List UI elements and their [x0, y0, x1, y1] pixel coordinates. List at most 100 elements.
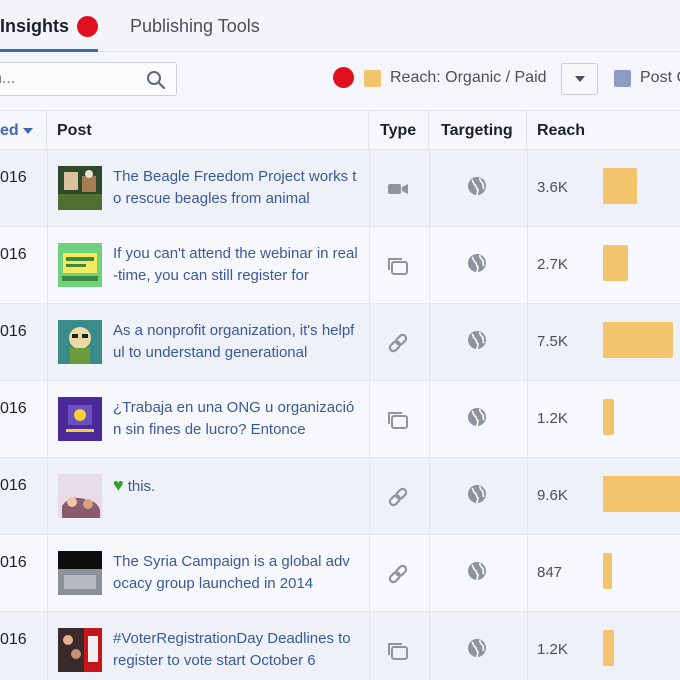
- post-link[interactable]: The Syria Campaign is a global advocacy …: [113, 551, 358, 597]
- column-divider: [527, 535, 528, 611]
- reach-bar[interactable]: [603, 245, 629, 281]
- published-date: 016: [0, 400, 27, 417]
- search-icon[interactable]: [146, 70, 166, 90]
- post-link[interactable]: #VoterRegistrationDay Deadlines to regis…: [113, 628, 358, 674]
- column-header-published[interactable]: ed: [0, 111, 47, 151]
- table-row[interactable]: 016 The Beagle Freedom Project works to r…: [0, 150, 680, 227]
- link-icon: [386, 332, 410, 354]
- search-box: [0, 62, 177, 96]
- reach-bar[interactable]: [603, 630, 615, 666]
- table-row[interactable]: 016 If you can't attend the webinar in re…: [0, 227, 680, 304]
- post-link[interactable]: If you can't attend the webinar in real-…: [113, 243, 358, 289]
- photo-icon: [386, 409, 410, 431]
- post-thumbnail[interactable]: [58, 474, 102, 518]
- post-thumbnail[interactable]: [58, 628, 102, 672]
- sort-caret-icon: [22, 127, 33, 134]
- column-header-published-label: ed: [0, 122, 19, 139]
- globe-icon: [467, 561, 487, 581]
- column-divider: [527, 304, 528, 380]
- toolbar: Reach: Organic / Paid Post C: [0, 52, 680, 110]
- reach-value: 9.6K: [537, 487, 568, 504]
- post-link[interactable]: ♥ this.: [113, 474, 358, 520]
- post-link[interactable]: The Beagle Freedom Project works to resc…: [113, 166, 358, 212]
- reach-bar[interactable]: [603, 399, 615, 435]
- post-text: If you can't attend the webinar in real-…: [113, 245, 358, 284]
- column-divider: [369, 227, 370, 303]
- column-divider: [429, 150, 430, 226]
- post-text: The Syria Campaign is a global advocacy …: [113, 553, 350, 592]
- post-thumbnail[interactable]: [58, 166, 102, 210]
- reach-value: 847: [537, 564, 563, 581]
- table-row[interactable]: 016 ♥ this. 9.6K: [0, 458, 680, 535]
- column-header-type: Type: [369, 111, 429, 151]
- search-input[interactable]: [0, 70, 131, 88]
- globe-icon: [467, 407, 487, 427]
- reach-value: 7.5K: [537, 333, 568, 350]
- globe-icon: [467, 638, 487, 658]
- page-tabs: Insights Publishing Tools: [0, 0, 680, 52]
- link-icon: [386, 486, 410, 508]
- reach-bar[interactable]: [603, 476, 680, 512]
- column-divider: [429, 381, 430, 457]
- legend-reach-label: Reach: Organic / Paid: [390, 69, 547, 86]
- post-text: ¿Trabaja en una ONG u organización sin f…: [113, 399, 355, 438]
- column-divider: [527, 381, 528, 457]
- column-divider: [527, 227, 528, 303]
- post-text: As a nonprofit organization, it's helpfu…: [113, 322, 355, 361]
- metric-dropdown[interactable]: [561, 63, 598, 95]
- column-divider: [47, 304, 48, 380]
- column-divider: [47, 612, 48, 680]
- tab-publishing-label: Publishing Tools: [130, 15, 260, 36]
- table-row[interactable]: 016 ¿Trabaja en una ONG u organización si…: [0, 381, 680, 458]
- reach-value: 1.2K: [537, 641, 568, 658]
- column-header-targeting: Targeting: [429, 111, 527, 151]
- legend-post-label: Post C: [640, 69, 680, 86]
- reach-value: 3.6K: [537, 179, 568, 196]
- column-divider: [47, 381, 48, 457]
- link-icon: [386, 563, 410, 585]
- reach-value: 2.7K: [537, 256, 568, 273]
- post-thumbnail[interactable]: [58, 397, 102, 441]
- reach-value: 1.2K: [537, 410, 568, 427]
- reach-bar[interactable]: [603, 322, 674, 358]
- post-thumbnail[interactable]: [58, 320, 102, 364]
- column-divider: [369, 304, 370, 380]
- published-date: 016: [0, 554, 27, 571]
- reach-bar[interactable]: [603, 168, 637, 204]
- column-divider: [527, 612, 528, 680]
- column-header-post: Post: [47, 111, 369, 151]
- globe-icon: [467, 330, 487, 350]
- globe-icon: [467, 253, 487, 273]
- column-divider: [429, 304, 430, 380]
- globe-icon: [467, 176, 487, 196]
- chevron-down-icon: [574, 76, 585, 82]
- tab-insights[interactable]: Insights: [0, 12, 99, 52]
- column-divider: [369, 535, 370, 611]
- table-header: ed Post Type Targeting Reach: [0, 110, 680, 151]
- column-divider: [527, 150, 528, 226]
- notification-dot: [333, 67, 354, 88]
- tab-publishing-tools[interactable]: Publishing Tools: [130, 12, 260, 40]
- table-row[interactable]: 016 As a nonprofit organization, it's hel…: [0, 304, 680, 381]
- photo-icon: [386, 255, 410, 277]
- post-link[interactable]: ¿Trabaja en una ONG u organización sin f…: [113, 397, 358, 443]
- published-date: 016: [0, 631, 27, 648]
- reach-bar[interactable]: [603, 553, 612, 589]
- legend-swatch-post: [614, 70, 631, 87]
- table-row[interactable]: 016 The Syria Campaign is a global advoca…: [0, 535, 680, 612]
- post-thumbnail[interactable]: [58, 551, 102, 595]
- column-header-reach[interactable]: Reach: [527, 111, 680, 151]
- column-divider: [429, 458, 430, 534]
- column-divider: [369, 150, 370, 226]
- post-text: this.: [127, 478, 156, 495]
- tab-insights-label: Insights: [0, 15, 70, 36]
- post-text: #VoterRegistrationDay Deadlines to regis…: [113, 630, 351, 669]
- post-link[interactable]: As a nonprofit organization, it's helpfu…: [113, 320, 358, 366]
- posts-table: ed Post Type Targeting Reach 016 The Beag…: [0, 110, 680, 680]
- published-date: 016: [0, 323, 27, 340]
- column-divider: [429, 535, 430, 611]
- photo-icon: [386, 640, 410, 662]
- post-thumbnail[interactable]: [58, 243, 102, 287]
- table-row[interactable]: 016 #VoterRegistrationDay Deadlines to re…: [0, 612, 680, 680]
- column-divider: [47, 458, 48, 534]
